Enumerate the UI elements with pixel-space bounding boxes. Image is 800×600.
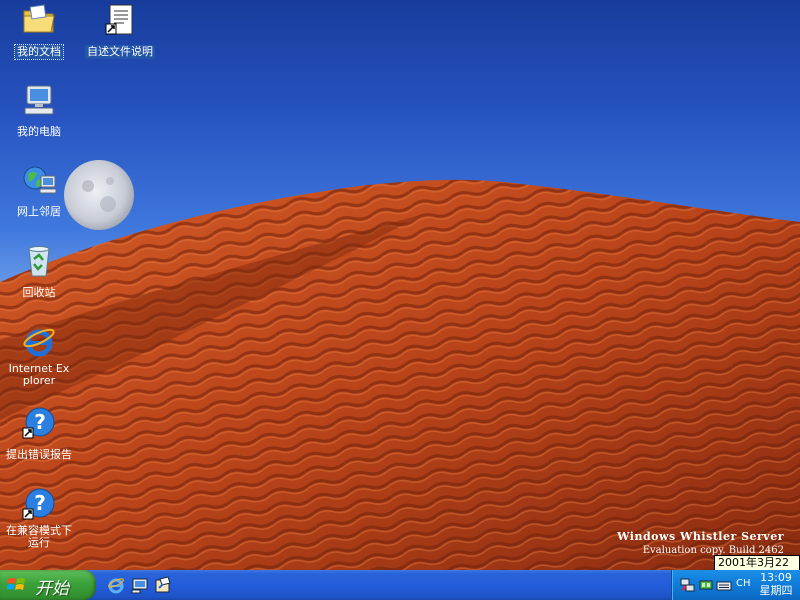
start-label: 开始: [35, 579, 69, 599]
watermark-product: Windows Whistler Server: [617, 530, 784, 543]
media-player-icon[interactable]: [154, 576, 172, 594]
desktop-icon-readme[interactable]: 自述文件说明: [83, 2, 157, 59]
start-button[interactable]: 开始: [0, 570, 96, 600]
desktop-icon-label: 在兼容模式下运行: [6, 524, 72, 549]
desktop[interactable]: 我的文档 自述文件说明 我的电脑 网上邻居 回收站 Internet Explo…: [0, 0, 800, 570]
desktop-icon-network-places[interactable]: 网上邻居: [2, 162, 76, 219]
desktop-icon-recycle-bin[interactable]: 回收站: [2, 243, 76, 300]
desktop-icon-label: 我的文档: [14, 44, 64, 60]
desktop-icon-label: 回收站: [22, 286, 56, 299]
network-globe-icon: [23, 166, 57, 194]
clock[interactable]: 13:09 星期四: [752, 571, 800, 597]
svg-text:?: ?: [34, 410, 46, 434]
recycle-bin-icon: [28, 246, 50, 277]
document-shortcut-icon: [105, 4, 133, 35]
wallpaper-image: [0, 0, 800, 570]
input-language-indicator[interactable]: CH: [736, 578, 751, 589]
windows-logo-icon: [7, 578, 25, 590]
folder-icon: [23, 4, 55, 33]
show-desktop-icon[interactable]: [131, 576, 149, 594]
system-tray: CH 13:09 星期四: [671, 570, 800, 600]
desktop-icon-compat-mode[interactable]: ? 在兼容模式下运行: [2, 486, 76, 550]
svg-text:?: ?: [34, 491, 46, 515]
evaluation-watermark: Windows Whistler Server Evaluation copy.…: [617, 530, 784, 556]
clock-weekday: 星期四: [759, 584, 793, 597]
internet-explorer-icon: [23, 328, 55, 357]
help-question-shortcut-icon: ?: [22, 488, 55, 520]
desktop-icon-my-documents[interactable]: 我的文档: [2, 2, 76, 60]
help-question-shortcut-icon: ?: [22, 407, 55, 439]
taskbar: 开始 CH 13:09 星期四: [0, 570, 800, 600]
internet-explorer-icon[interactable]: [107, 576, 125, 594]
desktop-icon-label: 提出错误报告: [6, 448, 72, 461]
clock-time: 13:09: [760, 571, 792, 584]
desktop-icon-label: 自述文件说明: [85, 45, 155, 59]
hardware-icon[interactable]: [698, 577, 714, 593]
desktop-icon-label: Internet Explorer: [8, 362, 70, 387]
desktop-icon-label: 网上邻居: [17, 205, 61, 218]
desktop-icon-my-computer[interactable]: 我的电脑: [2, 82, 76, 139]
desktop-icon-internet-explorer[interactable]: Internet Explorer: [2, 324, 76, 388]
desktop-icon-label: 我的电脑: [17, 125, 61, 138]
computer-icon: [24, 85, 54, 115]
keyboard-icon[interactable]: [716, 577, 732, 593]
desktop-icon-report-error[interactable]: ? 提出错误报告: [2, 405, 76, 462]
network-connection-icon[interactable]: [680, 577, 696, 593]
